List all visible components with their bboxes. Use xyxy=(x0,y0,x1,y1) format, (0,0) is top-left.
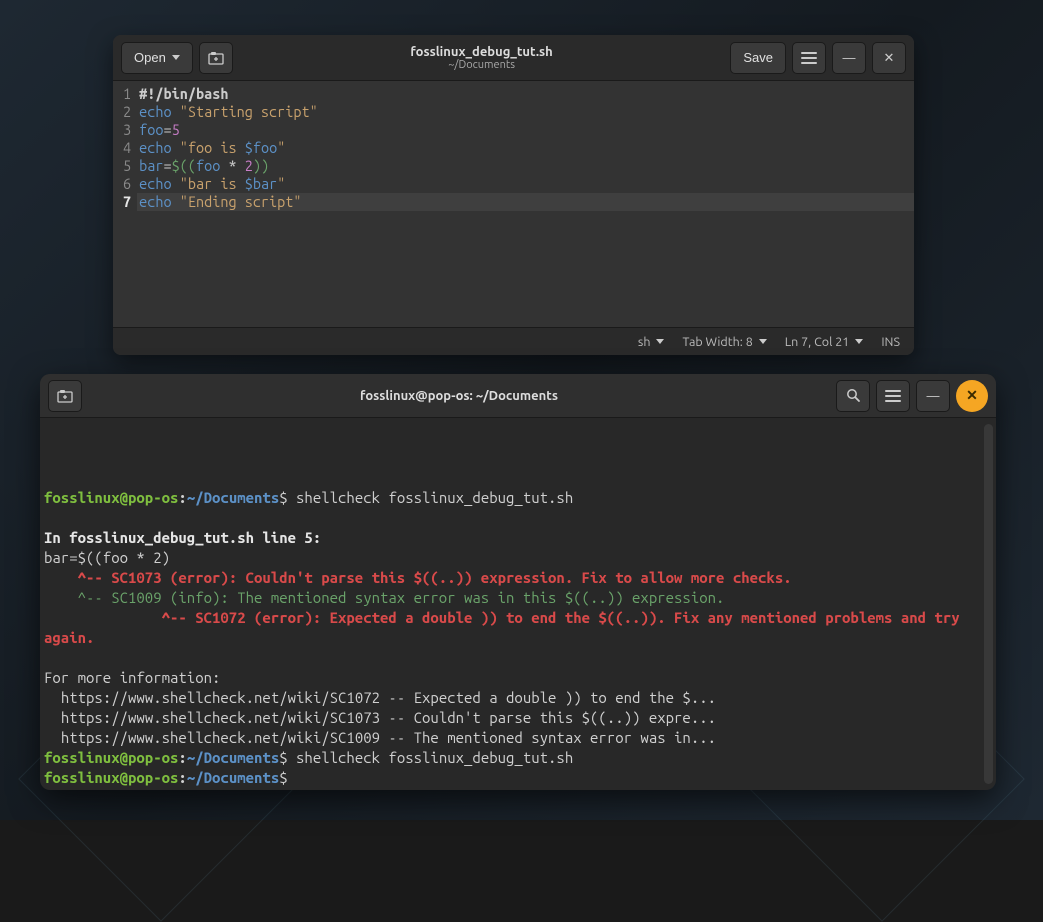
minimize-button[interactable]: — xyxy=(832,42,866,74)
line-number: 3 xyxy=(123,121,131,139)
line-number: 5 xyxy=(123,157,131,175)
editor-headerbar: Open fosslinux_debug_tut.sh ~/Documents … xyxy=(113,35,914,81)
minimize-icon: — xyxy=(927,388,940,403)
code-line[interactable]: echo "Starting script" xyxy=(137,103,914,121)
line-number: 7 xyxy=(123,193,131,211)
editor-statusbar: sh Tab Width: 8 Ln 7, Col 21 INS xyxy=(113,327,914,355)
close-button[interactable]: ✕ xyxy=(872,42,906,74)
close-icon: ✕ xyxy=(884,50,895,66)
status-tab-width[interactable]: Tab Width: 8 xyxy=(682,335,766,349)
terminal-line: ^-- SC1072 (error): Expected a double ))… xyxy=(44,608,986,648)
terminal-line: https://www.shellcheck.net/wiki/SC1073 -… xyxy=(44,708,986,728)
editor-window: Open fosslinux_debug_tut.sh ~/Documents … xyxy=(113,35,914,355)
code-line[interactable]: echo "bar is $bar" xyxy=(137,175,914,193)
chevron-down-icon xyxy=(172,55,180,60)
terminal-line: bar=$((foo * 2) xyxy=(44,548,986,568)
line-number-gutter: 1234567 xyxy=(113,81,137,327)
terminal-title: fosslinux@pop-os: ~/Documents xyxy=(88,389,830,403)
terminal-menu-button[interactable] xyxy=(876,380,910,412)
line-number: 2 xyxy=(123,103,131,121)
new-tab-icon xyxy=(208,51,224,65)
terminal-body[interactable]: fosslinux@pop-os:~/Documents$ shellcheck… xyxy=(40,418,996,790)
terminal-headerbar: fosslinux@pop-os: ~/Documents — ✕ xyxy=(40,374,996,418)
code-content[interactable]: #!/bin/bashecho "Starting script"foo=5ec… xyxy=(137,81,914,327)
new-tab-button[interactable] xyxy=(199,42,233,74)
terminal-line: https://www.shellcheck.net/wiki/SC1072 -… xyxy=(44,688,986,708)
new-terminal-tab-button[interactable] xyxy=(48,380,82,412)
open-button-label: Open xyxy=(134,50,166,65)
line-number: 6 xyxy=(123,175,131,193)
terminal-line: In fosslinux_debug_tut.sh line 5: xyxy=(44,528,986,548)
terminal-line: fosslinux@pop-os:~/Documents$ shellcheck… xyxy=(44,488,986,508)
status-insert-mode[interactable]: INS xyxy=(881,335,900,349)
save-button-label: Save xyxy=(743,50,773,65)
editor-title-block: fosslinux_debug_tut.sh ~/Documents xyxy=(239,45,725,71)
line-number: 4 xyxy=(123,139,131,157)
code-area[interactable]: 1234567 #!/bin/bashecho "Starting script… xyxy=(113,81,914,327)
code-line[interactable]: bar=$((foo * 2)) xyxy=(137,157,914,175)
terminal-line: https://www.shellcheck.net/wiki/SC1009 -… xyxy=(44,728,986,748)
terminal-line: For more information: xyxy=(44,668,986,688)
code-line[interactable]: foo=5 xyxy=(137,121,914,139)
code-line[interactable]: echo "Ending script" xyxy=(137,193,914,211)
open-button[interactable]: Open xyxy=(121,42,193,74)
code-line[interactable]: echo "foo is $foo" xyxy=(137,139,914,157)
save-button[interactable]: Save xyxy=(730,42,786,74)
status-language[interactable]: sh xyxy=(638,335,665,349)
terminal-line: ^-- SC1009 (info): The mentioned syntax … xyxy=(44,588,986,608)
search-icon xyxy=(846,388,861,403)
terminal-line: fosslinux@pop-os:~/Documents$ shellcheck… xyxy=(44,748,986,768)
terminal-close-button[interactable]: ✕ xyxy=(956,380,988,412)
close-icon: ✕ xyxy=(966,387,978,404)
terminal-line: fosslinux@pop-os:~/Documents$ xyxy=(44,768,986,788)
hamburger-icon xyxy=(885,390,901,402)
status-cursor-position[interactable]: Ln 7, Col 21 xyxy=(785,335,864,349)
chevron-down-icon xyxy=(855,339,863,344)
hamburger-icon xyxy=(801,52,817,64)
terminal-line xyxy=(44,648,986,668)
terminal-window: fosslinux@pop-os: ~/Documents — ✕ fossli… xyxy=(40,374,996,790)
chevron-down-icon xyxy=(656,339,664,344)
scrollbar[interactable] xyxy=(984,424,993,784)
minimize-icon: — xyxy=(843,50,856,65)
line-number: 1 xyxy=(123,85,131,103)
new-tab-icon xyxy=(57,389,73,403)
hamburger-menu-button[interactable] xyxy=(792,42,826,74)
editor-subtitle: ~/Documents xyxy=(239,59,725,71)
terminal-line xyxy=(44,508,986,528)
search-button[interactable] xyxy=(836,380,870,412)
terminal-minimize-button[interactable]: — xyxy=(916,380,950,412)
chevron-down-icon xyxy=(759,339,767,344)
code-line[interactable]: #!/bin/bash xyxy=(137,85,914,103)
editor-title: fosslinux_debug_tut.sh xyxy=(239,45,725,59)
terminal-line: ^-- SC1073 (error): Couldn't parse this … xyxy=(44,568,986,588)
